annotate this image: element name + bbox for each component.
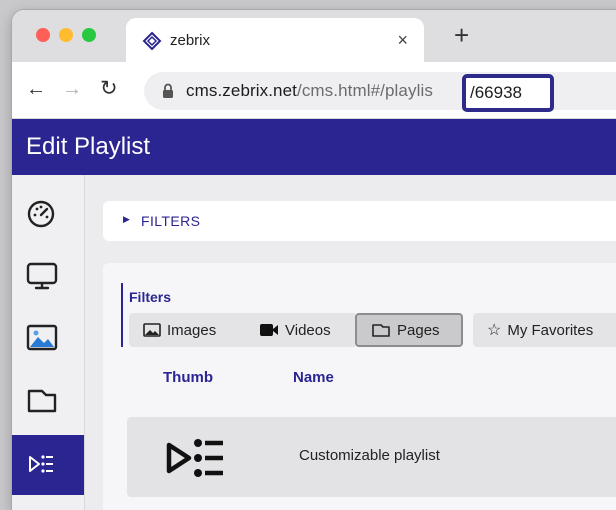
page-icon (372, 324, 390, 337)
filter-chip-label: My Favorites (507, 321, 594, 339)
url-path: /cms.html#/playlis (297, 81, 433, 100)
filters-panel-label: Filters (129, 289, 172, 305)
image-icon (26, 324, 58, 351)
reload-icon[interactable]: ↻ (100, 78, 118, 100)
page-title: Edit Playlist (26, 133, 151, 160)
sidebar-item-media[interactable] (12, 309, 84, 369)
filters-toggle-label: FILTERS (141, 213, 201, 229)
maximize-window-button[interactable] (82, 28, 96, 42)
back-arrow-icon[interactable]: ← (26, 78, 46, 100)
video-camera-icon (260, 324, 278, 336)
sidebar-item-dashboard[interactable] (12, 185, 84, 245)
monitor-icon (26, 262, 58, 290)
filter-chip-favorites[interactable]: ☆ My Favorites (473, 313, 616, 347)
column-header-name[interactable]: Name (293, 369, 334, 386)
tab-close-button[interactable]: × (397, 30, 408, 51)
tab-strip: zebrix × + (12, 10, 616, 62)
browser-window: zebrix × + ← → ↻ cms.zebrix.net/cms.html… (12, 10, 616, 510)
zebrix-logo-icon (142, 31, 162, 51)
filter-chip-label: Images (167, 321, 217, 339)
url-id-highlight: /66938 (462, 74, 554, 112)
filters-toggle[interactable]: ▶ FILTERS (103, 201, 616, 241)
url-playlist-id: /66938 (470, 83, 522, 102)
filter-chip-label: Videos (285, 321, 331, 339)
close-window-button[interactable] (36, 28, 50, 42)
playlist-icon (29, 455, 53, 473)
star-icon: ☆ (487, 322, 502, 339)
sidebar (12, 175, 85, 510)
filter-chip-images[interactable]: Images (129, 313, 245, 347)
image-icon (143, 323, 161, 337)
dashboard-gauge-icon (27, 200, 55, 228)
lock-icon (163, 83, 173, 98)
filters-panel: Filters Images Videos Pages ☆ My Favorit… (103, 263, 616, 510)
main-content: ▶ FILTERS Filters Images Videos Pages ☆ … (85, 175, 616, 510)
filter-chip-label: Pages (397, 321, 440, 339)
page-icon (27, 389, 57, 413)
minimize-window-button[interactable] (59, 28, 73, 42)
url-text: cms.zebrix.net/cms.html#/playlis (186, 81, 433, 101)
url-host: cms.zebrix.net (186, 81, 297, 100)
filter-chip-videos[interactable]: Videos (245, 313, 355, 347)
sidebar-item-pages[interactable] (12, 371, 84, 431)
panel-accent-bar (121, 283, 123, 347)
playlist-icon (166, 439, 223, 477)
sidebar-item-playlists[interactable] (12, 435, 84, 495)
tab-title: zebrix (170, 32, 211, 49)
app-header: Edit Playlist (12, 119, 616, 175)
browser-tab[interactable]: zebrix × (126, 18, 424, 62)
table-row[interactable]: Customizable playlist (127, 417, 616, 497)
forward-arrow-icon[interactable]: → (62, 78, 82, 100)
row-name: Customizable playlist (299, 447, 440, 464)
caret-right-icon: ▶ (123, 214, 130, 224)
sidebar-item-screens[interactable] (12, 247, 84, 307)
filter-chip-pages[interactable]: Pages (355, 313, 463, 347)
column-header-thumb[interactable]: Thumb (163, 369, 213, 386)
new-tab-button[interactable]: + (454, 22, 469, 48)
